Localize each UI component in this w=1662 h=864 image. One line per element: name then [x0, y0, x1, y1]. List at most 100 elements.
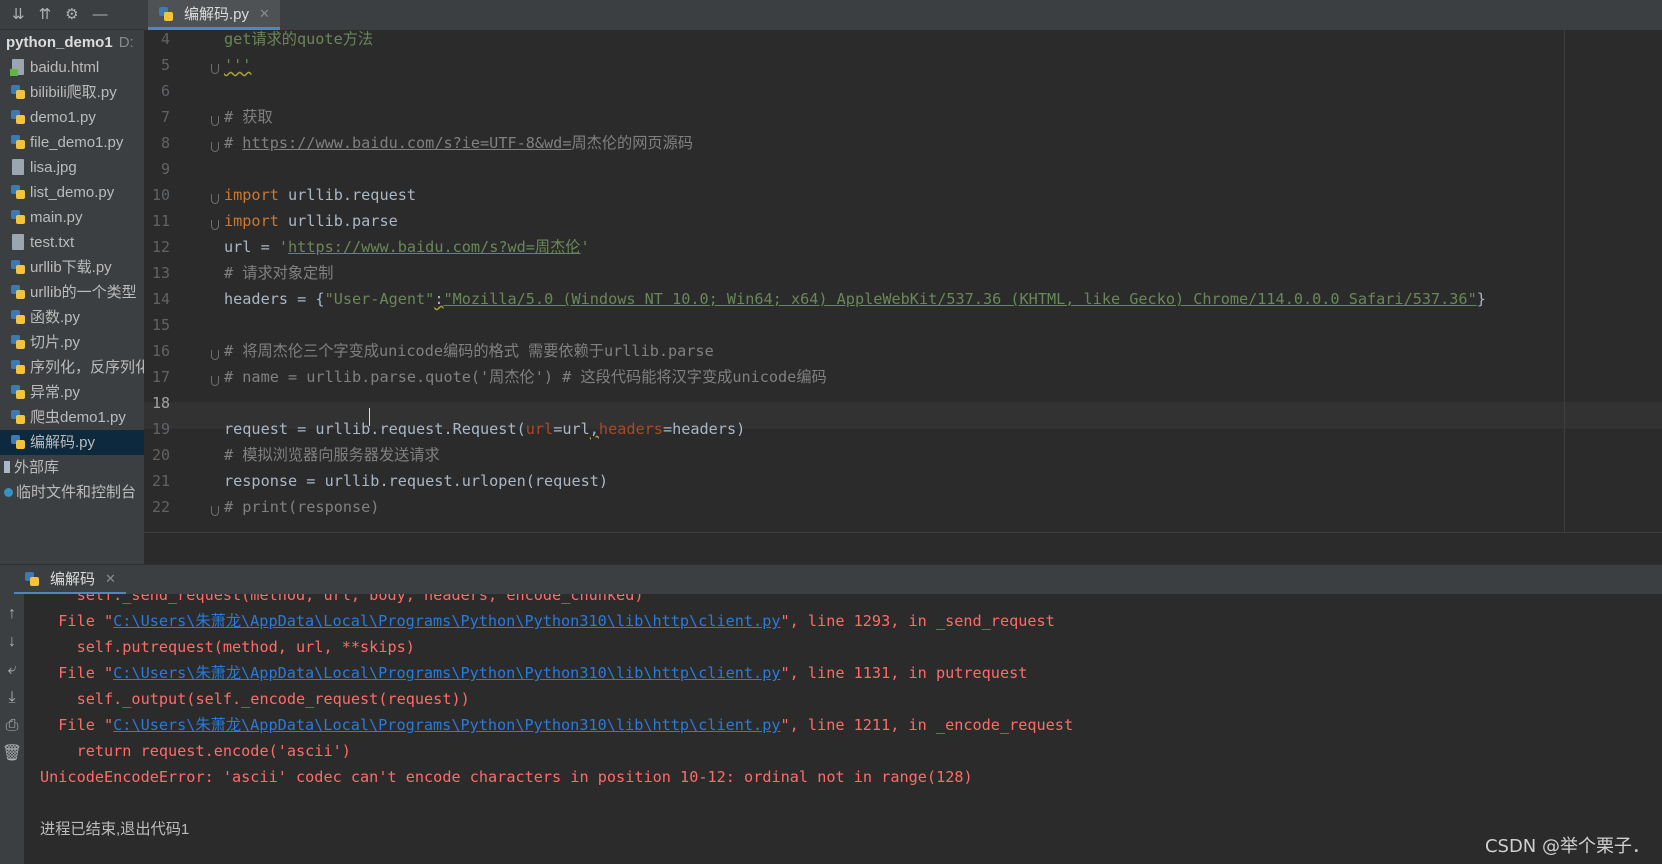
code-line[interactable]: response = urllib.request.urlopen(reques… [224, 468, 608, 495]
code-line[interactable]: import urllib.parse [224, 208, 398, 235]
project-root-path: D: [118, 34, 134, 51]
tree-file[interactable]: urllib的一个类型 [0, 280, 144, 305]
python-file-icon [10, 209, 26, 225]
soft-wrap-icon[interactable]: ⤶ [8, 662, 17, 678]
console-line: self._output(self._encode_request(reques… [40, 690, 470, 708]
editor-tab-bar: 编解码.py ✕ [144, 0, 1662, 31]
python-file-icon [158, 6, 174, 22]
python-file-icon [10, 309, 26, 325]
python-file-icon [10, 84, 26, 100]
tree-file-label: 序列化，反序列化 [30, 359, 144, 376]
traceback-file-link[interactable]: C:\Users\朱萧龙\AppData\Local\Programs\Pyth… [113, 716, 780, 734]
tree-file[interactable]: demo1.py [0, 105, 144, 130]
tree-file[interactable]: 序列化，反序列化 [0, 355, 144, 380]
run-tab[interactable]: 编解码 ✕ [14, 565, 126, 595]
tree-file[interactable]: list_demo.py [0, 180, 144, 205]
line-number: 7 [160, 108, 170, 126]
fold-icon[interactable] [211, 220, 219, 230]
python-file-icon [10, 184, 26, 200]
gear-icon[interactable]: ⚙ [65, 7, 78, 22]
print-icon[interactable]: ⎙ [6, 718, 19, 734]
expand-all-icon[interactable]: ⇊ [12, 7, 25, 22]
fold-icon[interactable] [211, 350, 219, 360]
tree-file[interactable]: lisa.jpg [0, 155, 144, 180]
fold-icon[interactable] [211, 194, 219, 204]
collapse-all-icon[interactable]: ⇈ [39, 7, 52, 22]
tree-file-label: 异常.py [30, 384, 81, 401]
file-list: baidu.html bilibili爬取.py demo1.py file_demo… [0, 55, 144, 455]
code-line[interactable]: url = 'https://www.baidu.com/s?wd=周杰伦' [224, 234, 590, 261]
project-root[interactable]: python_demo1 D: [0, 30, 144, 55]
process-exit-message: 进程已结束,退出代码1 [40, 821, 190, 838]
tree-file[interactable]: 函数.py [0, 305, 144, 330]
code-line[interactable]: # https://www.baidu.com/s?ie=UTF-8&wd=周杰… [224, 130, 693, 157]
tree-file[interactable]: file_demo1.py [0, 130, 144, 155]
tree-file-label: 编解码.py [30, 434, 96, 451]
tree-file[interactable]: urllib下载.py [0, 255, 144, 280]
project-toolbar: ⇊ ⇈ ⚙ — [0, 0, 144, 30]
tree-file[interactable]: main.py [0, 205, 144, 230]
trash-icon[interactable]: 🗑 [2, 746, 22, 762]
python-file-icon [10, 259, 26, 275]
fold-icon[interactable] [211, 376, 219, 386]
tree-file[interactable]: 编解码.py [0, 430, 144, 455]
code-line[interactable]: ''' [224, 52, 251, 79]
external-libraries-label: 外部库 [14, 459, 60, 476]
python-file-icon [24, 571, 40, 587]
project-tree: python_demo1 D: baidu.html bilibili爬取.py de… [0, 30, 144, 564]
editor-tab[interactable]: 编解码.py ✕ [148, 0, 280, 30]
tree-file-label: baidu.html [30, 59, 100, 76]
code-editor[interactable]: 4 5 6 7 8 9 10 11 12 13 14 15 16 17 18 19 20 21 22 get请求的q… [144, 30, 1662, 533]
traceback-file-link[interactable]: C:\Users\朱萧龙\AppData\Local\Programs\Pyth… [113, 664, 780, 682]
arrow-up-icon[interactable]: ↑ [8, 606, 16, 622]
code-line[interactable]: # name = urllib.parse.quote('周杰伦') # 这段代… [224, 364, 827, 391]
code-line[interactable]: request = urllib.request.Request(url=url… [224, 416, 745, 443]
tree-file[interactable]: 爬虫demo1.py [0, 405, 144, 430]
code-line[interactable]: get请求的quote方法 [224, 30, 373, 53]
code-line[interactable]: headers = {"User-Agent":"Mozilla/5.0 (Wi… [224, 286, 1486, 313]
python-file-icon [10, 334, 26, 350]
line-number: 13 [151, 264, 170, 282]
code-line[interactable]: import urllib.request [224, 182, 416, 209]
tree-file[interactable]: baidu.html [0, 55, 144, 80]
line-number: 22 [151, 498, 170, 516]
line-number: 12 [151, 238, 170, 256]
fold-icon[interactable] [211, 506, 219, 516]
arrow-down-icon[interactable]: ↓ [8, 634, 16, 650]
scroll-to-end-icon[interactable]: ⤓ [8, 690, 15, 706]
minimize-icon[interactable]: — [93, 7, 108, 22]
code-line[interactable]: # 获取 [224, 104, 273, 131]
external-libraries[interactable]: 外部库 [0, 455, 144, 480]
console-line: File "C:\Users\朱萧龙\AppData\Local\Program… [40, 664, 1028, 682]
line-number: 20 [151, 446, 170, 464]
tree-file[interactable]: 切片.py [0, 330, 144, 355]
traceback-file-link[interactable]: C:\Users\朱萧龙\AppData\Local\Programs\Pyth… [113, 612, 780, 630]
python-file-icon [10, 109, 26, 125]
line-number: 8 [160, 134, 170, 152]
tree-file-label: list_demo.py [30, 184, 115, 201]
code-line[interactable]: # 模拟浏览器向服务器发送请求 [224, 442, 440, 469]
right-margin-guide [1564, 30, 1565, 533]
code-line[interactable]: # print(response) [224, 494, 379, 521]
library-icon [4, 461, 10, 473]
tree-file-label: file_demo1.py [30, 134, 124, 151]
run-console[interactable]: self._send_request(method, url, body, he… [24, 594, 1662, 864]
run-panel-header: 编解码 ✕ [0, 564, 1662, 595]
fold-icon[interactable] [211, 64, 219, 74]
fold-icon[interactable] [211, 142, 219, 152]
tree-file[interactable]: bilibili爬取.py [0, 80, 144, 105]
close-icon[interactable]: ✕ [259, 6, 270, 22]
text-file-icon [12, 234, 24, 250]
code-line[interactable]: # 请求对象定制 [224, 260, 333, 287]
python-file-icon [10, 359, 26, 375]
tree-file[interactable]: test.txt [0, 230, 144, 255]
line-number: 15 [151, 316, 170, 334]
console-line: File "C:\Users\朱萧龙\AppData\Local\Program… [40, 612, 1055, 630]
tree-file-label: test.txt [30, 234, 75, 251]
tree-file[interactable]: 异常.py [0, 380, 144, 405]
line-number: 21 [151, 472, 170, 490]
code-line[interactable]: # 将周杰伦三个字变成unicode编码的格式 需要依赖于urllib.pars… [224, 338, 714, 365]
close-icon[interactable]: ✕ [105, 571, 116, 587]
fold-icon[interactable] [211, 116, 219, 126]
scratches-consoles[interactable]: 临时文件和控制台 [0, 480, 144, 505]
